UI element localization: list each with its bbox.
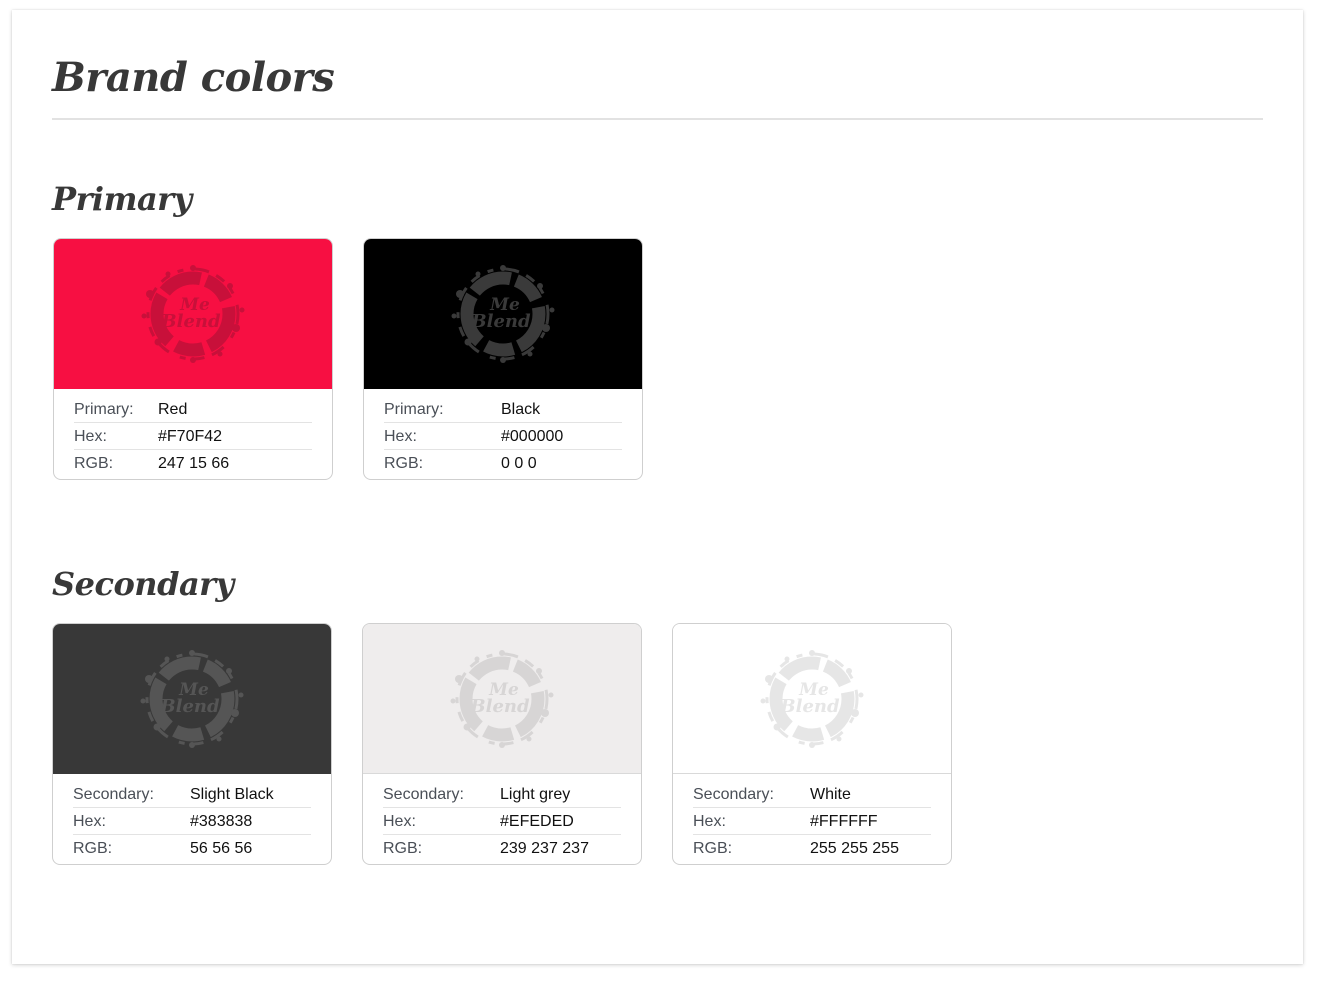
- hex-row-value: #383838: [190, 812, 253, 830]
- logo-text-line2: Blend: [779, 696, 840, 717]
- color-card-primary-black: Me Blend Primary: Black Hex: #000000 RGB: 0 0 0: [363, 238, 643, 480]
- splash-logo-icon: MeBlend: [760, 649, 864, 748]
- rgb-row: RGB: 239 237 237: [383, 836, 621, 861]
- color-info-table: Primary: Black Hex: #000000 RGB: 0 0 0: [364, 389, 642, 476]
- page-title: Brand colors: [52, 54, 335, 101]
- rgb-row-value: 255 255 255: [810, 839, 899, 857]
- hex-row-label: Hex:: [73, 812, 106, 830]
- logo-text-line2: Blend: [469, 696, 530, 717]
- color-name-row-label: Primary:: [384, 400, 444, 418]
- color-card-secondary-slight-black: Me Blend Secondary: Slight Black Hex: #383838…: [52, 623, 332, 865]
- rgb-row-label: RGB:: [74, 454, 114, 472]
- hex-row-value: #EFEDED: [500, 812, 574, 830]
- rgb-row: RGB: 0 0 0: [384, 451, 622, 476]
- hex-row-value: #000000: [501, 427, 564, 445]
- rgb-row-value: 239 237 237: [500, 839, 589, 857]
- color-name-row: Primary: Red: [74, 397, 312, 423]
- rgb-row-value: 0 0 0: [501, 454, 537, 472]
- rgb-row-label: RGB:: [384, 454, 424, 472]
- color-info-table: Primary: Red Hex: #F70F42 RGB: 247 15 66: [54, 389, 332, 476]
- color-name-row-label: Secondary:: [73, 785, 154, 803]
- splash-logo-icon: MeBlend: [140, 650, 244, 748]
- color-name-row: Primary: Black: [384, 397, 622, 423]
- color-name-row-value: Red: [158, 400, 188, 418]
- hex-row-label: Hex:: [74, 427, 107, 445]
- hex-row: Hex: #000000: [384, 424, 622, 450]
- logo-text-line2: Blend: [470, 311, 531, 332]
- color-name-row-label: Secondary:: [383, 785, 464, 803]
- color-card-primary-red: Me Blend Primary: Red Hex: #F70F42 RGB: 247 15 …: [53, 238, 333, 480]
- hex-row: Hex: #FFFFFF: [693, 809, 931, 835]
- rgb-row-label: RGB:: [73, 839, 113, 857]
- color-name-row-label: Secondary:: [693, 785, 774, 803]
- title-divider: [52, 118, 1263, 120]
- hex-row: Hex: #EFEDED: [383, 809, 621, 835]
- color-name-row-value: Light grey: [500, 785, 571, 803]
- color-swatch: Me Blend: [673, 624, 951, 774]
- color-swatch: Me Blend: [364, 239, 642, 389]
- color-info-table: Secondary: Slight Black Hex: #383838 RGB: 56 …: [53, 774, 331, 861]
- rgb-row-value: 56 56 56: [190, 839, 253, 857]
- hex-row-label: Hex:: [693, 812, 726, 830]
- splash-logo-icon: MeBlend: [450, 649, 554, 748]
- color-name-row-value: White: [810, 785, 851, 803]
- splash-logo-icon: MeBlend: [141, 265, 245, 363]
- color-name-row-value: Black: [501, 400, 541, 418]
- color-name-row: Secondary: Slight Black: [73, 782, 311, 808]
- color-name-row: Secondary: Light grey: [383, 782, 621, 808]
- primary-heading: Primary: [52, 180, 192, 218]
- rgb-row: RGB: 56 56 56: [73, 836, 311, 861]
- rgb-row-label: RGB:: [383, 839, 423, 857]
- color-name-row-value: Slight Black: [190, 785, 274, 803]
- color-card-secondary-light-grey: Me Blend Secondary: Light grey Hex: #EFEDED RG…: [362, 623, 642, 865]
- hex-row-label: Hex:: [383, 812, 416, 830]
- hex-row: Hex: #F70F42: [74, 424, 312, 450]
- color-info-table: Secondary: Light grey Hex: #EFEDED RGB: 239 2…: [363, 774, 641, 861]
- rgb-row-value: 247 15 66: [158, 454, 230, 472]
- hex-row: Hex: #383838: [73, 809, 311, 835]
- color-swatch: Me Blend: [53, 624, 331, 774]
- color-card-secondary-white: Me Blend Secondary: White Hex: #FFFFFF RGB: 255…: [672, 623, 952, 865]
- logo-text-line2: Blend: [160, 311, 221, 332]
- splash-logo-icon: MeBlend: [451, 265, 555, 363]
- rgb-row: RGB: 255 255 255: [693, 836, 931, 861]
- rgb-row-label: RGB:: [693, 839, 733, 857]
- color-name-row-label: Primary:: [74, 400, 134, 418]
- logo-text-line2: Blend: [159, 696, 220, 717]
- color-swatch: Me Blend: [363, 624, 641, 774]
- rgb-row: RGB: 247 15 66: [74, 451, 312, 476]
- color-info-table: Secondary: White Hex: #FFFFFF RGB: 255 255 25…: [673, 774, 951, 861]
- hex-row-label: Hex:: [384, 427, 417, 445]
- hex-row-value: #F70F42: [158, 427, 223, 445]
- color-swatch: Me Blend: [54, 239, 332, 389]
- brand-colors-sheet: Brand colors Primary Secondary Me Blend Pr…: [12, 10, 1303, 964]
- color-name-row: Secondary: White: [693, 782, 931, 808]
- hex-row-value: #FFFFFF: [810, 812, 878, 830]
- secondary-heading: Secondary: [52, 565, 234, 603]
